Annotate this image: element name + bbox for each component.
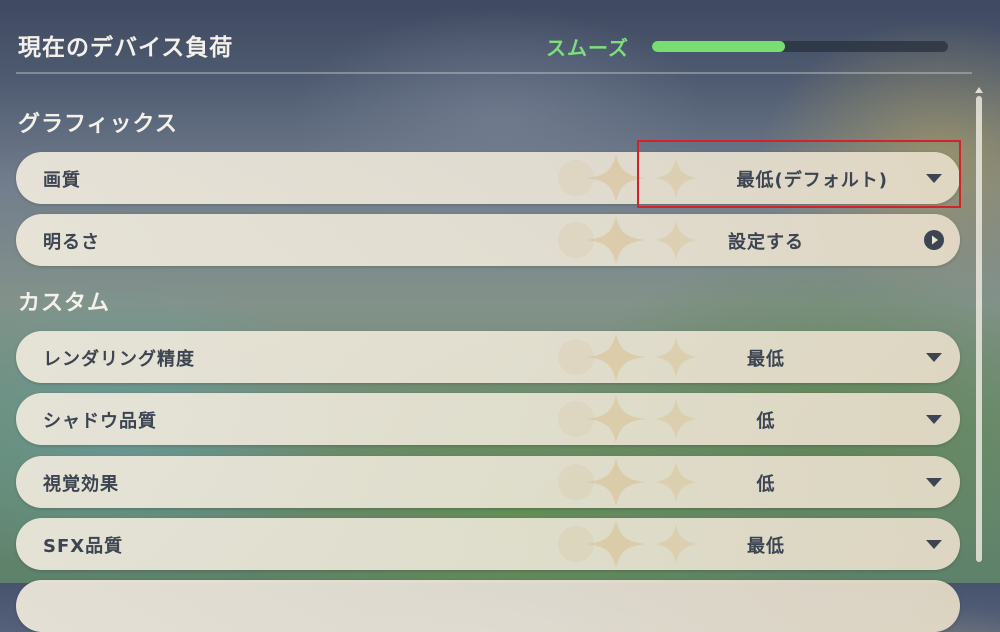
device-load-bar [652, 41, 948, 52]
setting-row-graphics-quality[interactable]: 画質 最低(デフォルト) [16, 152, 960, 204]
dropdown-triangle-icon [926, 353, 942, 362]
arrow-circle-right-icon [924, 230, 944, 250]
device-load-bar-fill [652, 41, 786, 52]
device-load-status: スムーズ [546, 36, 629, 60]
setting-row-render-precision[interactable]: レンダリング精度 最低 [16, 331, 960, 383]
setting-row-shadow-quality[interactable]: シャドウ品質 低 [16, 393, 960, 445]
scroll-up-icon[interactable] [975, 86, 983, 94]
setting-value: 最低 [747, 536, 785, 557]
setting-row-brightness[interactable]: 明るさ 設定する [16, 214, 960, 266]
setting-label: 視覚効果 [43, 474, 119, 495]
setting-value: 設定する [728, 232, 804, 253]
setting-row-partial[interactable] [16, 580, 960, 632]
setting-row-visual-effects[interactable]: 視覚効果 低 [16, 456, 960, 508]
section-title-graphics: グラフィックス [18, 112, 178, 137]
dropdown-triangle-icon [926, 415, 942, 424]
setting-label: 画質 [43, 170, 81, 191]
setting-row-sfx-quality[interactable]: SFX品質 最低 [16, 518, 960, 570]
setting-label: SFX品質 [43, 536, 124, 557]
device-load-title: 現在のデバイス負荷 [18, 35, 234, 61]
setting-label: シャドウ品質 [43, 411, 157, 432]
header-divider [16, 72, 972, 74]
scrollbar[interactable] [976, 96, 982, 562]
section-title-custom: カスタム [18, 291, 111, 316]
dropdown-triangle-icon [926, 174, 942, 183]
setting-label: 明るさ [43, 232, 100, 253]
setting-value: 最低(デフォルト) [736, 170, 888, 191]
setting-value: 低 [756, 474, 776, 495]
setting-value: 最低 [747, 349, 785, 370]
dropdown-triangle-icon [926, 478, 942, 487]
setting-label: レンダリング精度 [43, 349, 195, 370]
setting-value: 低 [756, 411, 776, 432]
dropdown-triangle-icon [926, 540, 942, 549]
